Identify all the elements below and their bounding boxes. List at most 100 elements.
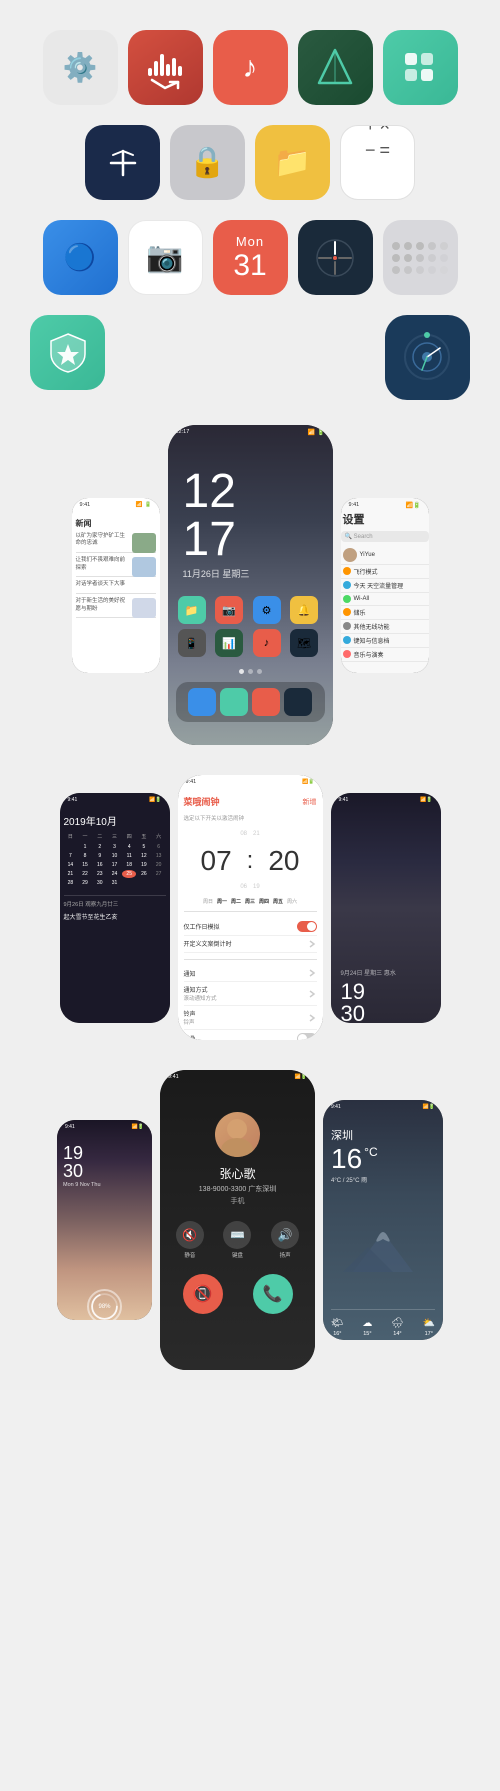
mini-icon-2: 📷 [215,596,243,624]
settings-item-6: 键知与信息档 [341,634,429,648]
icon-dots[interactable] [383,220,458,295]
icon-compass[interactable] [298,220,373,295]
icon-grid-app[interactable] [383,30,458,105]
forecast-day-label-wed: WED [392,1339,403,1340]
alarm-time-bottom: 06 19 [184,883,317,892]
news-img-3 [132,598,156,618]
settings-label-1: 飞行模式 [354,567,378,576]
status-time-call: 9:41 [168,1074,179,1080]
status-time-news: 9:41 [80,502,91,508]
mountain-svg [343,1217,423,1277]
forecast-wed: 🌧 14° WED [391,1318,404,1340]
alarm-option-label-2: 通知方式 [184,985,217,994]
cal-hd-sat: 六 [152,832,166,841]
pagination-dots [168,665,333,678]
cal-day-1: 1 [78,843,92,851]
alarm-days: 周日 周一 周二 周三 周四 周五 周六 [184,898,317,905]
altimeter-svg [313,45,358,90]
chevron-right-4 [307,1013,317,1023]
cal-day-26: 26 [137,870,151,878]
answer-call-btn[interactable]: 📞 [253,1274,293,1314]
settings-label-4: 储乐 [354,608,366,617]
calendar-inner: Mon 31 [213,220,288,295]
weather-desc: 4°C / 25°C 雨 [331,1175,435,1184]
dark-phone-ui: 9月24日 星期三 惠水 19 30 [331,805,441,1023]
alarm-option-1: 通知 [184,965,317,982]
call-action-speaker[interactable]: 🔊 扬声 [265,1221,305,1259]
icon-files[interactable]: 📁 [255,125,330,200]
mini-icon-4: 🔔 [290,596,318,624]
alarm-add-btn[interactable]: 新增 [303,797,317,807]
phone-lock: 9:41 📶🔋 1930 Mon 9 Nov Thu 98% [57,1120,152,1320]
icon-lock[interactable]: 🔒 [170,125,245,200]
icon-music[interactable]: ♪ [213,30,288,105]
cal-day-13: 13 [152,852,166,860]
caller-avatar [215,1112,260,1157]
blue-settings-glyph: 🔵 [43,220,118,295]
news-screen: 9:41 📶🔋 新闻 以矿为家守护矿工生命的忠诚 让我 [72,498,160,673]
alarm-screen: 9:41 📶🔋 菜哦闹钟 新增 选定以下开关以激活闹钟 08 [178,775,323,1040]
status-time-dark: 9:41 [339,797,349,803]
call-action-mute[interactable]: 🔇 静音 [170,1221,210,1259]
call-action-keypad[interactable]: ⌨️ 键盘 [218,1221,258,1259]
icon-vpn[interactable] [85,125,160,200]
cal-days-header: 日 一 二 三 四 五 六 [64,832,166,841]
circle-timer-svg [400,330,455,385]
calendar-month-label: Mon [236,234,264,249]
status-bar-alarm: 9:41 📶🔋 [178,775,323,787]
alarm-option-label-1: 通知 [184,969,196,978]
settings-label-5: 其他无线功能 [354,622,390,631]
music-glyph: ♪ [213,30,288,105]
lock-progress-circle: 98% [87,1289,122,1320]
cal-day-4: 4 [122,843,136,851]
alarm-option-label-3: 铃声 [184,1009,196,1018]
time-display: 12 17 11月26日 星期三 [168,438,333,588]
icon-camera[interactable]: 📷 [128,220,203,295]
icon-soundmetric[interactable] [128,30,203,105]
status-bar-weather: 9:41 📶🔋 [323,1100,443,1112]
call-actions: 🔇 静音 ⌨️ 键盘 🔊 扬声 [170,1221,305,1259]
forecast-day-label-tue: TUE [363,1339,372,1340]
weather-temp-row: 16 °C [331,1145,435,1173]
alarm-text-1: 开定义文案倒计时 [184,936,317,953]
cal-day-31: 31 [108,879,122,887]
chevron-right-3 [307,989,317,999]
icon-circle-timer[interactable] [385,315,470,400]
news-item-4: 对于新生活的美好祝愿与期盼 [76,598,156,618]
alarm-hour-top: 08 [240,830,247,839]
alarm-option-2: 通知方式 滚动通知方式 [184,982,317,1006]
settings-dot-4 [343,608,351,616]
icons-row-1: ⚙️ ♪ [15,20,485,115]
alarm-ui: 菜哦闹钟 新增 选定以下开关以激活闹钟 08 21 07 : 20 [178,787,323,1040]
icon-calendar[interactable]: Mon 31 [213,220,288,295]
forecast-mon: 🌤 16° MON [331,1318,344,1340]
icon-calculator[interactable]: + × − = [340,125,415,200]
speaker-btn-label: 扬声 [280,1251,291,1259]
forecast-icon-wed: 🌧 [391,1318,404,1329]
cal-day-15: 15 [78,861,92,869]
icon-blue-settings[interactable]: 🔵 [43,220,118,295]
phone-weather: 9:41 📶🔋 深圳 16 °C 4°C / 25°C 雨 [323,1100,443,1340]
settings-dot-1 [343,567,351,575]
status-bar-calendar: 9:41 📶🔋 [60,793,170,805]
alarm-toggle-switch-2[interactable] [297,1033,317,1040]
end-call-btn[interactable]: 📵 [183,1274,223,1314]
alarm-toggle-switch-1[interactable] [297,921,317,932]
phone-call: 9:41 📶🔋 张心歌 138-9000-3300 广东深圳 手机 [160,1070,315,1370]
status-icons-dark: 📶🔋 [420,797,432,803]
weather-temp: 16 [331,1145,362,1173]
cal-event: 9月26日 观察九月廿三 [64,895,166,908]
cal-days-grid: 1 2 3 4 5 6 7 8 9 10 11 12 13 [64,843,166,887]
mini-icon-7: ♪ [253,629,281,657]
icon-altimeter[interactable] [298,30,373,105]
cal-day-24: 24 [108,870,122,878]
alarm-divider [184,911,317,912]
icon-shield[interactable] [30,315,105,390]
lock-time: 1930 [63,1144,146,1180]
icon-settings[interactable]: ⚙️ [43,30,118,105]
weather-forecast: 🌤 16° MON ☁ 15° TUE 🌧 14° [331,1309,435,1340]
status-time-alarm: 9:41 [186,779,197,785]
calendar-day-label: 31 [233,251,266,281]
status-icons-news: 📶🔋 [136,502,152,508]
cal-day-23: 23 [93,870,107,878]
